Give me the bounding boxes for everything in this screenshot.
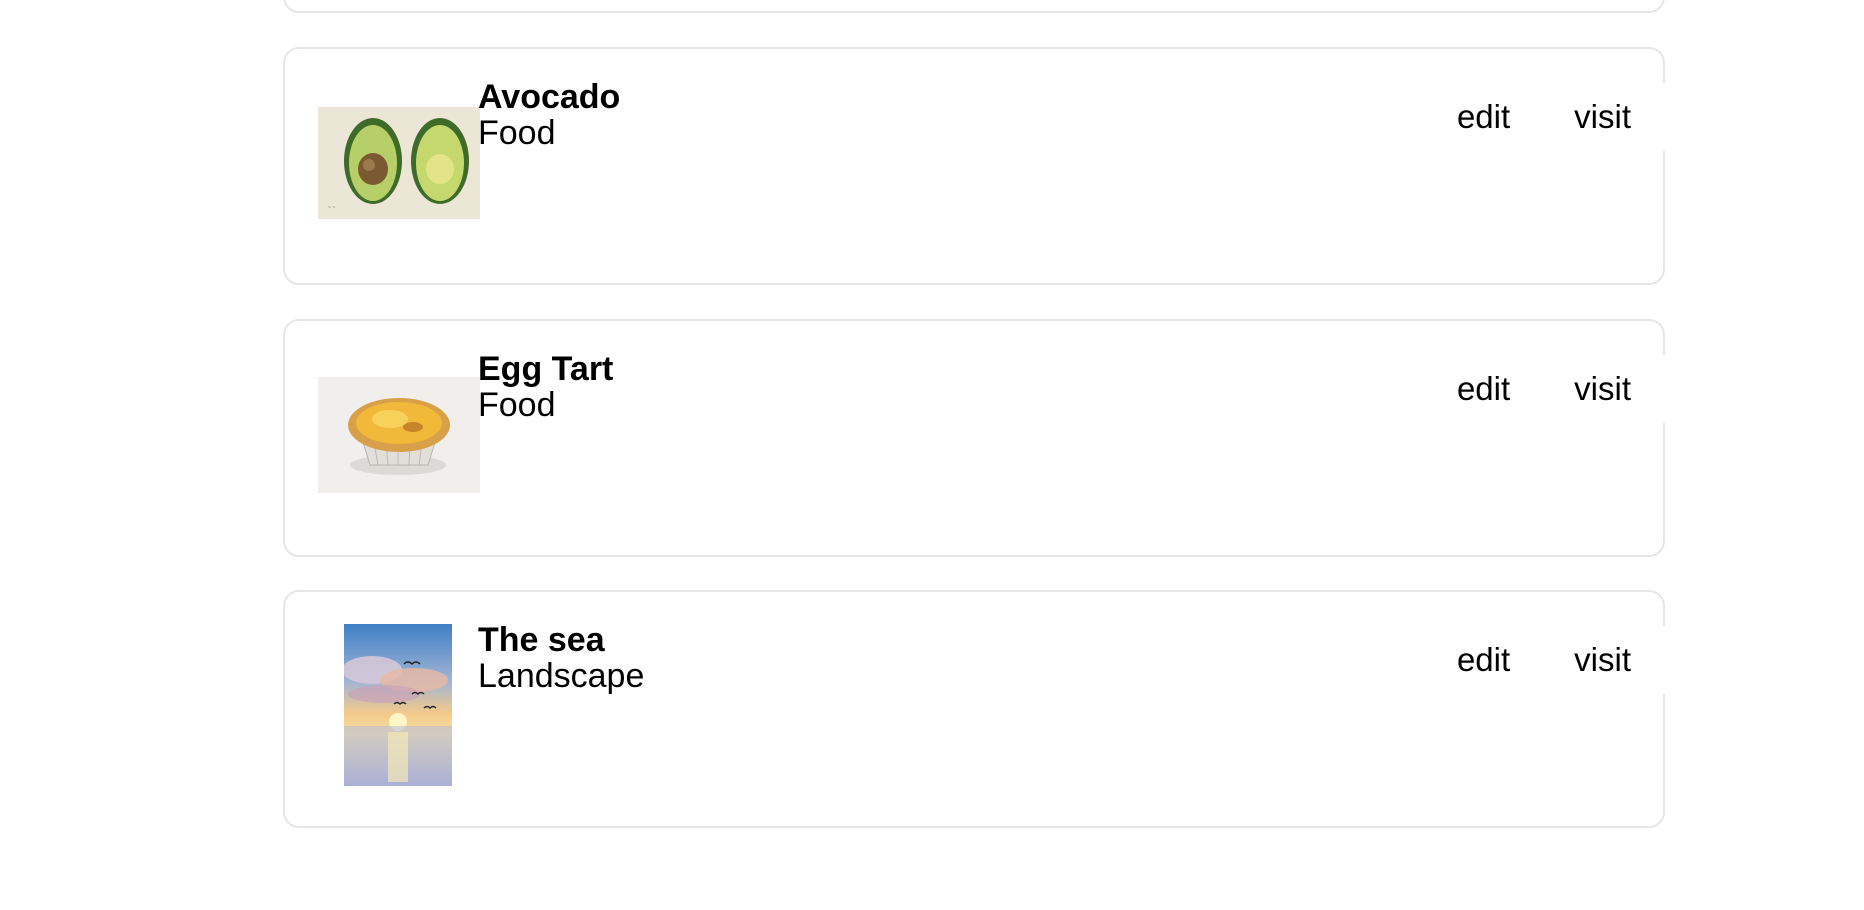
- visit-link[interactable]: visit: [1574, 641, 1631, 679]
- artwork-info: The sea Landscape: [478, 622, 644, 694]
- artwork-title: Egg Tart: [478, 350, 614, 388]
- edit-link[interactable]: edit: [1457, 641, 1510, 679]
- artwork-title: Avocado: [478, 78, 621, 116]
- visit-link[interactable]: visit: [1574, 370, 1631, 408]
- artwork-category: Landscape: [478, 657, 645, 695]
- artwork-info: Avocado Food: [478, 79, 620, 151]
- card-actions: edit visit: [1456, 355, 1665, 423]
- edit-link[interactable]: edit: [1457, 370, 1510, 408]
- card-actions: edit visit: [1456, 626, 1665, 694]
- artwork-title: The sea: [478, 621, 605, 659]
- sea-thumbnail: [344, 624, 452, 786]
- artwork-category: Food: [478, 386, 556, 424]
- previous-card: [283, 0, 1665, 13]
- artwork-category: Food: [478, 114, 556, 152]
- artwork-list-page: ~ ~ Avocado Food edit visit Egg Tart Foo…: [0, 0, 1864, 910]
- artwork-info: Egg Tart Food: [478, 351, 613, 423]
- artwork-card: ~ ~ Avocado Food edit visit: [283, 47, 1665, 285]
- visit-link[interactable]: visit: [1574, 98, 1631, 136]
- artwork-card: The sea Landscape edit visit: [283, 590, 1665, 828]
- avocado-thumbnail: ~ ~: [318, 107, 480, 219]
- edit-link[interactable]: edit: [1457, 98, 1510, 136]
- artwork-card: Egg Tart Food edit visit: [283, 319, 1665, 557]
- card-actions: edit visit: [1456, 83, 1665, 151]
- egg-tart-thumbnail: [318, 377, 480, 493]
- svg-text:~ ~: ~ ~: [328, 205, 335, 211]
